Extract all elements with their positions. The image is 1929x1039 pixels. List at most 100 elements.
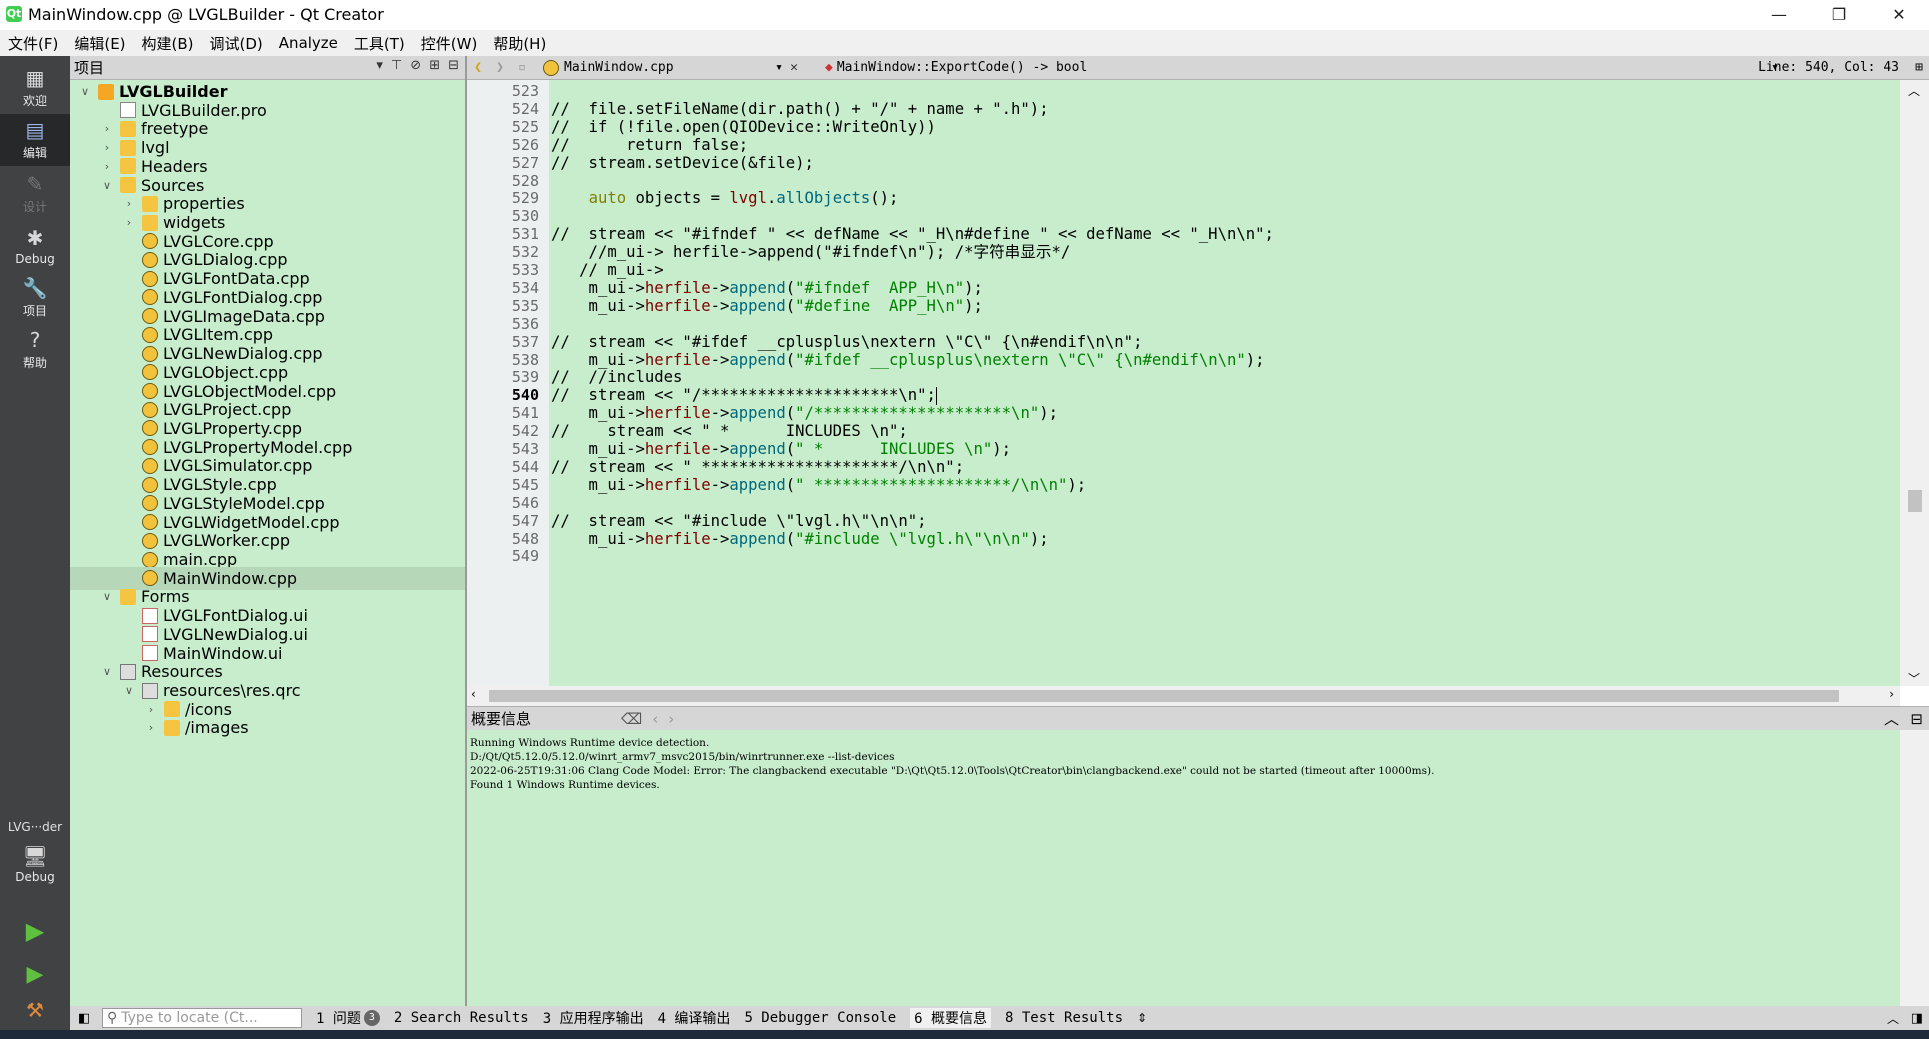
tree-item[interactable]: › /images (70, 716, 465, 739)
tab-debugger-console[interactable]: 5 Debugger Console (744, 1010, 896, 1026)
mode-help[interactable]: ? 帮助 (0, 324, 70, 376)
scroll-down-icon[interactable]: ﹀ (1908, 670, 1920, 687)
dropdown-icon[interactable]: ▾ (376, 58, 383, 73)
maximize-output-icon[interactable]: ︿ (1887, 1010, 1899, 1027)
wrench-icon: 🔧 (22, 276, 48, 300)
cursor-position[interactable]: Line: 540, Col: 43 (1758, 60, 1899, 75)
editor-vertical-scrollbar[interactable]: ︿ ﹀ (1900, 80, 1929, 686)
tab-test-results[interactable]: 8 Test Results (1005, 1010, 1123, 1026)
chevron-right-icon[interactable]: › (122, 216, 136, 229)
mode-debug[interactable]: ✱ Debug (0, 220, 70, 272)
minimize-button[interactable]: — (1749, 0, 1809, 28)
tab-issues[interactable]: 1 问题 3 (316, 1008, 380, 1028)
open-file-selector[interactable]: MainWindow.cpp ▾ (543, 59, 783, 76)
restore-button[interactable]: ❐ (1809, 0, 1869, 28)
menu-analyze[interactable]: Analyze (271, 34, 346, 52)
chevron-down-icon[interactable]: ∨ (122, 684, 136, 697)
editor-horizontal-scrollbar[interactable]: ‹ › (467, 686, 1900, 706)
menu-help[interactable]: 帮助(H) (485, 33, 554, 54)
close-panel-icon[interactable]: ⊟ (448, 58, 459, 73)
locator-input[interactable]: ⚲ Type to locate (Ct... (102, 1008, 302, 1028)
chevron-down-icon[interactable]: ∨ (100, 179, 114, 192)
folder-icon (142, 214, 158, 231)
chevron-down-icon[interactable]: ∨ (100, 665, 114, 678)
output-line: 2022-06-25T19:31:06 Clang Code Model: Er… (470, 765, 1435, 777)
output-text[interactable]: Running Windows Runtime device detection… (467, 730, 1900, 1006)
back-arrow-icon[interactable]: ❮ (467, 60, 489, 75)
maximize-pane-icon[interactable]: ︿ (1884, 708, 1899, 729)
menu-tools[interactable]: 工具(T) (346, 33, 413, 54)
toggle-sidebar-icon[interactable]: ◧ (78, 1011, 90, 1026)
code-line[interactable]: auto objects = lvgl.allObjects(); (551, 187, 899, 209)
edit-icon: ▤ (25, 118, 45, 142)
symbol-selector[interactable]: ◆ MainWindow::ExportCode() -> bool (825, 60, 1087, 75)
close-button[interactable]: ✕ (1869, 0, 1929, 28)
code-line[interactable]: m_ui->herfile->append(" ****************… (551, 474, 1087, 496)
chevron-down-icon[interactable]: ∨ (78, 85, 92, 98)
cpp-file-icon (142, 251, 158, 268)
link-icon[interactable]: ⊘ (410, 58, 421, 73)
scroll-up-icon[interactable]: ︿ (1908, 82, 1920, 99)
chevron-right-icon[interactable]: › (122, 197, 136, 210)
output-pane-title: 概要信息 (471, 710, 532, 728)
run-button[interactable]: ▶ (0, 912, 70, 952)
mode-edit[interactable]: ▤ 编辑 (0, 114, 70, 166)
close-file-icon[interactable]: ✕ (783, 60, 805, 75)
cpp-file-icon (142, 457, 158, 474)
chevron-right-icon[interactable]: › (144, 721, 158, 734)
chevron-right-icon[interactable]: › (100, 141, 114, 154)
mode-design[interactable]: ✎ 设计 (0, 168, 70, 220)
code-line[interactable]: m_ui->herfile->append("#define APP_H\n")… (551, 295, 983, 317)
chevron-right-icon[interactable]: › (100, 160, 114, 173)
mode-welcome[interactable]: ▦ 欢迎 (0, 62, 70, 114)
line-number: 549 (511, 547, 539, 566)
code-line[interactable]: // stream.setDevice(&file); (551, 152, 814, 174)
code-line[interactable]: m_ui->herfile->append("#include \"lvgl.h… (551, 528, 1049, 550)
folder-icon (164, 719, 180, 736)
next-icon[interactable]: › (668, 710, 674, 728)
cpp-file-icon (543, 59, 559, 76)
chevron-down-icon[interactable]: ∨ (100, 590, 114, 603)
target-selector[interactable]: 🖥 Debug (0, 836, 70, 892)
debug-run-button[interactable]: ▶ (0, 956, 70, 996)
scroll-left-icon[interactable]: ‹ (471, 687, 476, 701)
menu-debug[interactable]: 调试(D) (202, 33, 271, 54)
output-line: Found 1 Windows Runtime devices. (470, 779, 660, 791)
tab-general-messages[interactable]: 6 概要信息 (910, 1008, 992, 1028)
more-tabs-icon[interactable]: ⇕ (1137, 1011, 1147, 1025)
cpp-file-icon (142, 383, 158, 400)
cpp-file-icon (142, 439, 158, 456)
code-editor[interactable]: // file.setFileName(dir.path() + "/" + n… (549, 80, 1900, 686)
status-bar: ◧ ⚲ Type to locate (Ct... 1 问题 3 2 Searc… (70, 1006, 1929, 1030)
scroll-thumb[interactable] (489, 690, 1839, 702)
tab-compile-output[interactable]: 4 编译输出 (658, 1008, 731, 1028)
menu-build[interactable]: 构建(B) (134, 33, 202, 54)
forward-arrow-icon[interactable]: ❯ (489, 60, 511, 75)
close-pane-icon[interactable]: ⊟ (1910, 710, 1923, 728)
cpp-file-icon (142, 551, 158, 568)
mode-label: 帮助 (22, 356, 47, 370)
clear-icon[interactable]: ⌫ (621, 710, 642, 728)
split-editor-icon[interactable]: ⊞ (1915, 60, 1923, 75)
output-vertical-scrollbar[interactable] (1900, 730, 1929, 1006)
cpp-file-icon (142, 289, 158, 306)
menu-widgets[interactable]: 控件(W) (413, 33, 486, 54)
scroll-right-icon[interactable]: › (1889, 687, 1894, 701)
tab-search-results[interactable]: 2 Search Results (394, 1010, 529, 1026)
menu-edit[interactable]: 编辑(E) (66, 33, 133, 54)
tab-application-output[interactable]: 3 应用程序输出 (543, 1008, 644, 1028)
chevron-right-icon[interactable]: › (144, 703, 158, 716)
locator-placeholder: Type to locate (Ct... (121, 1010, 258, 1026)
toggle-right-sidebar-icon[interactable]: ◨ (1911, 1011, 1923, 1026)
scroll-thumb[interactable] (1908, 490, 1922, 512)
menu-file[interactable]: 文件(F) (0, 33, 66, 54)
build-button[interactable]: ⚒ (0, 992, 70, 1030)
mode-projects[interactable]: 🔧 项目 (0, 272, 70, 324)
previous-icon[interactable]: ‹ (652, 710, 658, 728)
split-icon[interactable]: ⊞ (429, 58, 440, 73)
project-panel-title[interactable]: 项目 (74, 57, 104, 78)
filter-icon[interactable]: ⊤ (391, 58, 402, 73)
chevron-right-icon[interactable]: › (100, 122, 114, 135)
help-icon: ? (29, 328, 41, 352)
tab-label: 1 问题 (316, 1011, 361, 1027)
